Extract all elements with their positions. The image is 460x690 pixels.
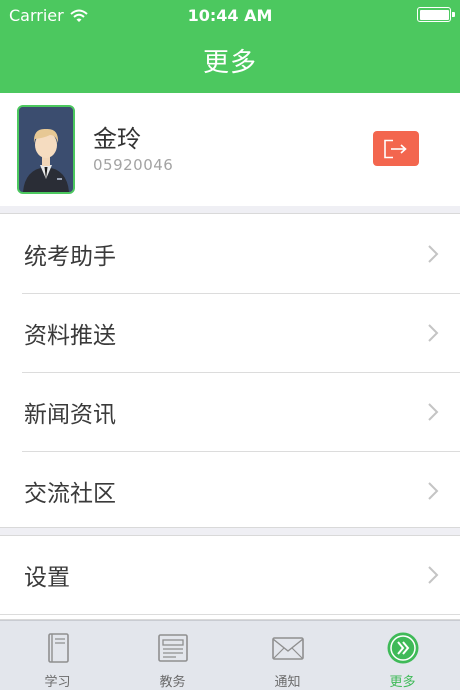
tab-label: 学习 xyxy=(44,675,71,690)
battery-icon xyxy=(417,7,455,22)
tab-label: 更多 xyxy=(389,675,416,690)
tab-bar: 学习 教务 通知 更多 xyxy=(0,620,460,690)
menu-item-label: 设置 xyxy=(24,565,70,591)
tab-academic[interactable]: 教务 xyxy=(115,621,230,690)
tab-notice[interactable]: 通知 xyxy=(230,621,345,690)
avatar-person-icon xyxy=(19,107,73,192)
profile-card: 金玲 05920046 xyxy=(0,93,460,206)
mail-icon xyxy=(271,637,304,660)
more-icon xyxy=(387,632,418,664)
chevron-right-icon xyxy=(428,244,439,263)
menu-item-community[interactable]: 交流社区 xyxy=(0,451,460,530)
menu-item-label: 新闻资讯 xyxy=(24,401,116,428)
user-name: 金玲 xyxy=(93,125,141,153)
logout-button[interactable] xyxy=(373,131,419,166)
menu-item-material-push[interactable]: 资料推送 xyxy=(0,293,460,372)
tab-study[interactable]: 学习 xyxy=(0,621,115,690)
menu-item-label: 资料推送 xyxy=(24,322,116,349)
avatar[interactable] xyxy=(17,105,75,194)
chevron-right-icon xyxy=(428,402,439,421)
menu-item-label: 统考助手 xyxy=(24,243,116,270)
menu-group-main: 统考助手 资料推送 新闻资讯 交流社区 xyxy=(0,213,460,528)
user-id: 05920046 xyxy=(93,156,174,174)
tab-label: 教务 xyxy=(159,675,186,690)
page-title: 更多 xyxy=(202,48,257,78)
status-time: 10:44 AM xyxy=(187,6,273,25)
header: Carrier 10:44 AM 更多 xyxy=(0,0,460,93)
chevron-right-icon xyxy=(428,323,439,342)
logout-icon xyxy=(384,139,407,158)
status-bar: Carrier 10:44 AM xyxy=(0,0,460,30)
document-icon xyxy=(157,634,188,662)
book-icon xyxy=(47,633,69,663)
chevron-right-icon xyxy=(428,566,439,584)
menu-item-exam-assistant[interactable]: 统考助手 xyxy=(0,214,460,293)
menu-item-label: 交流社区 xyxy=(24,480,116,507)
menu-item-settings[interactable]: 设置 xyxy=(0,536,460,615)
menu-group-settings: 设置 xyxy=(0,535,460,620)
menu-item-news[interactable]: 新闻资讯 xyxy=(0,372,460,451)
tab-more[interactable]: 更多 xyxy=(345,621,460,690)
tab-label: 通知 xyxy=(274,675,301,690)
chevron-right-icon xyxy=(428,481,439,500)
